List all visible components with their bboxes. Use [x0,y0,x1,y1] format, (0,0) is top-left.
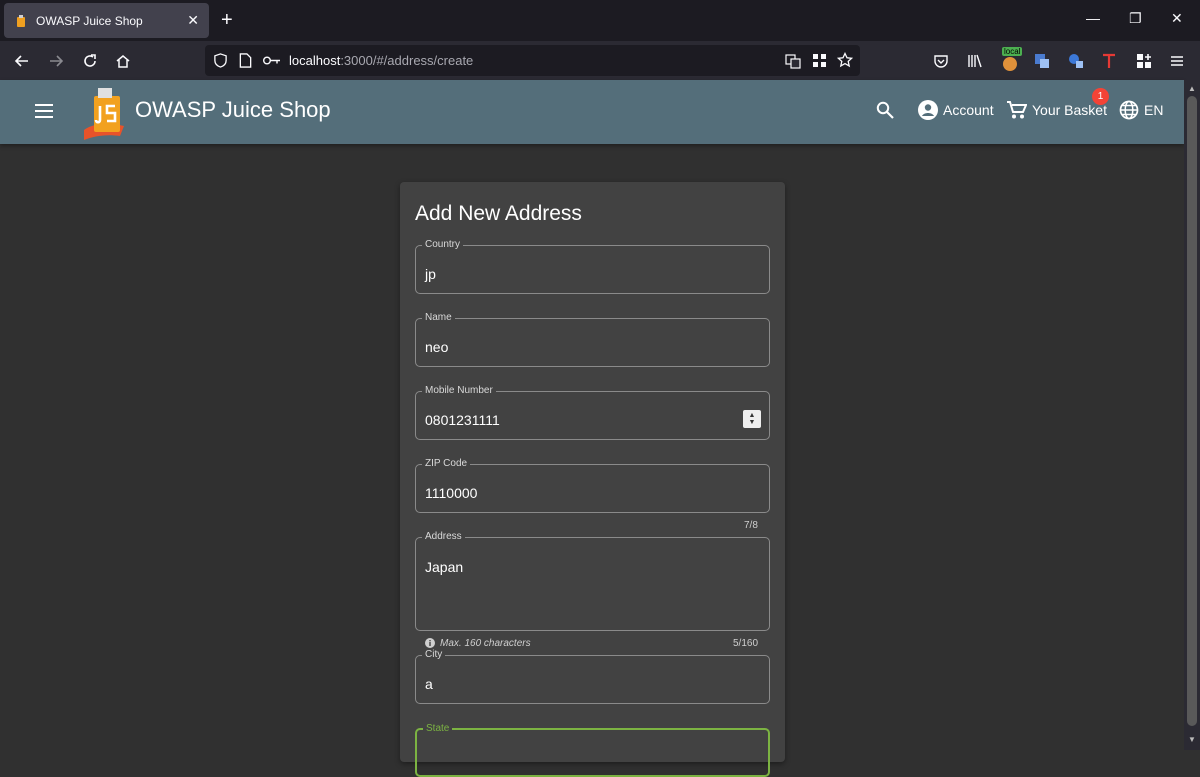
account-label: Account [943,102,994,118]
language-label: EN [1144,102,1164,118]
url-bar[interactable]: localhost:3000/#/address/create [205,45,860,76]
city-input[interactable]: a [425,676,433,692]
info-icon [425,638,435,648]
mobile-number-field[interactable]: Mobile Number 0801231111 ▲ ▼ [415,385,770,440]
basket-button[interactable]: Your Basket [1006,100,1107,120]
extension-badge: local [1002,47,1023,56]
t-extension-icon[interactable] [1102,53,1116,69]
scrollbar-thumb[interactable] [1187,96,1197,726]
browser-tab[interactable]: OWASP Juice Shop ✕ [4,3,209,38]
account-button[interactable]: Account [918,100,994,120]
bookmark-star-icon[interactable] [837,52,853,68]
search-icon[interactable] [876,101,894,119]
stepper-up-icon[interactable]: ▲ [749,412,756,419]
address-hint: Max. 160 characters [440,638,531,649]
restore-icon[interactable]: ❐ [1129,10,1142,27]
zip-code-field[interactable]: ZIP Code 1110000 [415,458,770,513]
extensions-icon[interactable] [1136,53,1152,69]
account-circle-icon [918,100,938,120]
qr-code-icon[interactable] [812,53,827,68]
stepper-down-icon[interactable]: ▼ [749,419,756,426]
app-toolbar: OWASP Juice Shop Account Your Basket 1 E… [0,80,1184,144]
zip-code-input[interactable]: 1110000 [425,485,477,501]
zip-code-counter: 7/8 [744,520,758,531]
address-field[interactable]: Address Japan [415,531,770,631]
language-extension-icon[interactable] [1068,53,1084,69]
close-tab-icon[interactable]: ✕ [187,12,199,29]
library-icon[interactable] [967,53,983,69]
address-form-card: Add New Address Country jp Name neo Mobi… [400,182,785,777]
juice-shop-logo[interactable] [82,84,130,140]
basket-count-badge: 1 [1092,88,1109,105]
name-field[interactable]: Name neo [415,312,770,367]
page-scrollbar[interactable]: ▲ ▼ [1184,80,1200,750]
city-label: City [422,649,446,660]
shield-icon[interactable] [213,53,228,68]
name-label: Name [422,312,455,323]
reload-icon[interactable] [79,50,101,72]
browser-nav-bar: localhost:3000/#/address/create local [0,41,1200,80]
number-stepper[interactable]: ▲ ▼ [743,410,761,428]
name-input[interactable]: neo [425,339,448,355]
key-icon[interactable] [263,55,281,66]
new-tab-icon[interactable]: + [221,9,233,31]
shopping-cart-icon [1007,101,1027,119]
close-window-icon[interactable]: ✕ [1171,10,1183,27]
address-counter: 5/160 [733,638,759,649]
juice-shop-favicon-icon [17,14,25,27]
minimize-icon[interactable]: — [1086,10,1100,26]
language-button[interactable]: EN [1119,100,1163,120]
state-label: State [423,723,453,734]
translate-icon[interactable] [785,53,801,69]
mobile-number-label: Mobile Number [422,385,496,396]
app-title[interactable]: OWASP Juice Shop [135,97,331,123]
globe-icon [1119,100,1139,120]
pocket-icon[interactable] [933,53,949,69]
sidenav-menu-icon[interactable] [34,103,54,119]
scroll-up-icon[interactable]: ▲ [1188,84,1196,93]
back-icon[interactable] [11,50,33,72]
home-icon[interactable] [112,50,134,72]
basket-label: Your Basket [1032,102,1107,118]
country-field[interactable]: Country jp [415,239,770,294]
extension-local[interactable]: local [1000,47,1024,73]
state-field[interactable]: State [415,723,770,777]
forward-icon[interactable] [45,50,67,72]
mobile-number-input[interactable]: 0801231111 [425,412,500,428]
address-textarea[interactable]: Japan [425,559,463,575]
country-label: Country [422,239,464,250]
city-field[interactable]: City a [415,649,770,704]
app-menu-icon[interactable] [1170,54,1184,68]
translator-extension-icon[interactable] [1034,53,1050,69]
scroll-down-icon[interactable]: ▼ [1188,735,1196,744]
browser-tab-title: OWASP Juice Shop [36,13,143,28]
url-text[interactable]: localhost:3000/#/address/create [289,53,473,68]
zip-code-label: ZIP Code [422,458,471,469]
address-label: Address [422,531,465,542]
country-input[interactable]: jp [425,266,436,282]
extension-avatar-icon [1003,57,1017,71]
browser-tab-bar: OWASP Juice Shop ✕ + — ❐ ✕ [0,0,1200,41]
form-title: Add New Address [415,202,582,225]
page-icon[interactable] [239,53,252,68]
